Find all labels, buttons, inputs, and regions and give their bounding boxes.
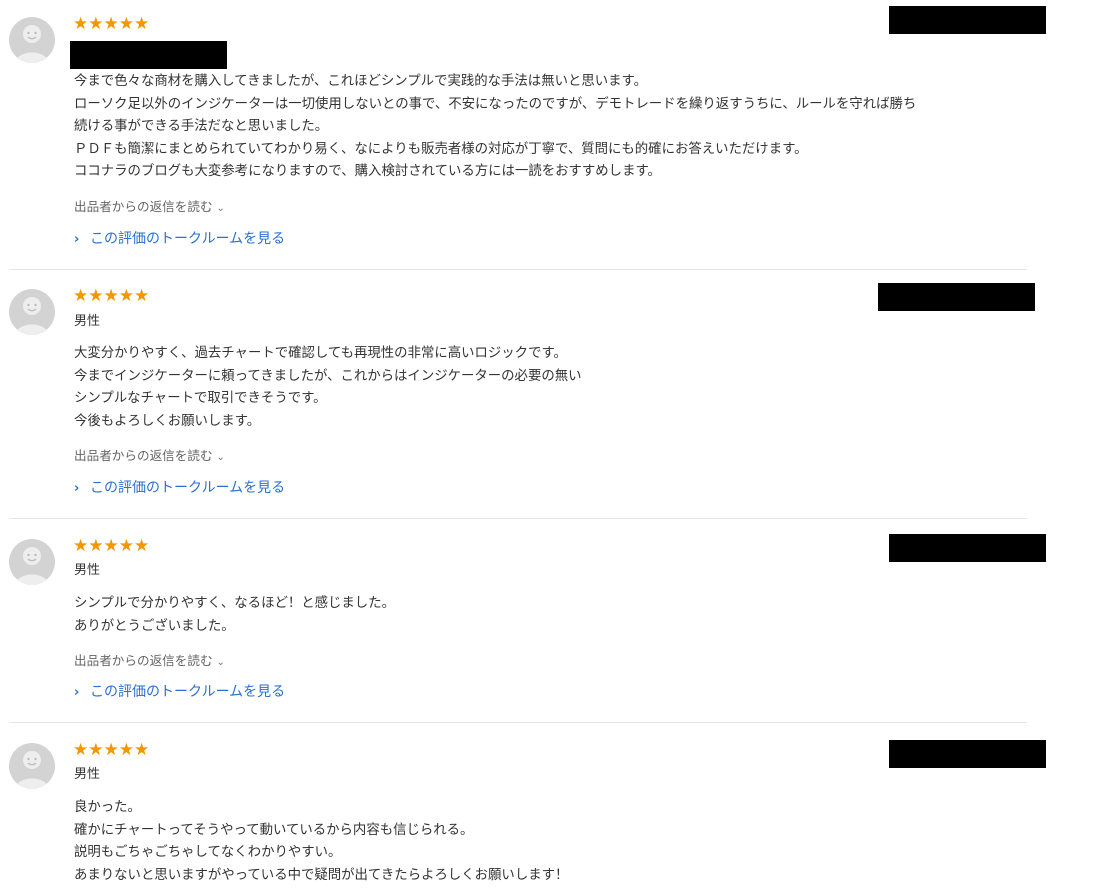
reviewer-gender: 男性: [74, 314, 101, 329]
review-text: 大変分かりやすく、過去チャートで確認しても再現性の非常に高いロジックです。 今ま…: [74, 346, 582, 429]
redacted-date: [878, 283, 1035, 311]
seller-reply-toggle[interactable]: 出品者からの返信を読む ⌄: [74, 653, 225, 671]
reviewer-gender: 男性: [74, 767, 101, 782]
review-text: 良かった。 確かにチャートってそうやって動いているから内容も信じられる。 説明も…: [74, 800, 569, 883]
divider: [9, 269, 1027, 270]
chevron-right-icon: ›: [74, 685, 80, 700]
talkroom-link[interactable]: › この評価のトークルームを見る: [74, 230, 285, 249]
redacted-date: [889, 534, 1046, 562]
review-text: シンプルで分かりやすく、なるほど！と感じました。 ありがとうございました。: [74, 596, 395, 634]
chevron-right-icon: ›: [74, 481, 80, 496]
chevron-down-icon: ⌄: [216, 203, 225, 214]
talkroom-link-label: この評価のトークルームを見る: [90, 231, 286, 247]
seller-reply-label: 出品者からの返信を読む: [74, 653, 213, 668]
reviewer-gender: 男性: [74, 563, 101, 578]
talkroom-link[interactable]: › この評価のトークルームを見る: [74, 683, 285, 702]
star-rating: ★★★★★: [73, 286, 150, 306]
seller-reply-label: 出品者からの返信を読む: [74, 448, 213, 463]
user-avatar-icon: [15, 751, 49, 789]
chevron-right-icon: ›: [74, 232, 80, 247]
user-avatar-icon: [15, 25, 49, 63]
star-rating: ★★★★★: [73, 536, 150, 556]
divider: [9, 518, 1027, 519]
avatar[interactable]: [9, 289, 55, 335]
seller-reply-toggle[interactable]: 出品者からの返信を読む ⌄: [74, 448, 225, 466]
talkroom-link-label: この評価のトークルームを見る: [90, 684, 286, 700]
avatar[interactable]: [9, 743, 55, 789]
star-rating: ★★★★★: [73, 740, 150, 760]
user-avatar-icon: [15, 547, 49, 585]
chevron-down-icon: ⌄: [216, 657, 225, 668]
star-rating: ★★★★★: [73, 14, 150, 34]
talkroom-link[interactable]: › この評価のトークルームを見る: [74, 479, 285, 498]
seller-reply-toggle[interactable]: 出品者からの返信を読む ⌄: [74, 199, 225, 217]
chevron-down-icon: ⌄: [216, 452, 225, 463]
redacted-username: [70, 41, 227, 69]
review-text: 今まで色々な商材を購入してきましたが、これほどシンプルで実践的な手法は無いと思い…: [74, 74, 917, 180]
talkroom-link-label: この評価のトークルームを見る: [90, 480, 286, 496]
seller-reply-label: 出品者からの返信を読む: [74, 199, 213, 214]
redacted-date: [889, 740, 1046, 768]
divider: [9, 722, 1027, 723]
avatar[interactable]: [9, 17, 55, 63]
user-avatar-icon: [15, 297, 49, 335]
avatar[interactable]: [9, 539, 55, 585]
redacted-date: [889, 6, 1046, 34]
